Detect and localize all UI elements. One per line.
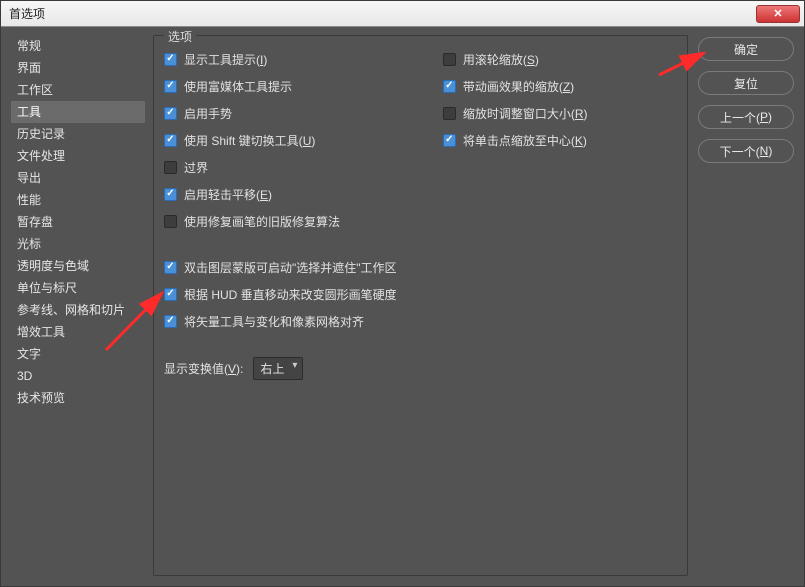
- panel-body: 显示工具提示(I) 使用富媒体工具提示启用手势使用 Shift 键切换工具(U) 过…: [164, 40, 677, 380]
- titlebar: 首选项 ✕: [1, 1, 804, 27]
- sidebar-item[interactable]: 单位与标尺: [11, 277, 145, 299]
- transform-label: 显示变换值(V):: [164, 360, 243, 377]
- checkbox[interactable]: [443, 134, 456, 147]
- ok-button[interactable]: 确定: [698, 37, 794, 61]
- option-label: 显示工具提示(I): [184, 51, 267, 68]
- option-row: 缩放时调整窗口大小(R): [443, 104, 677, 122]
- checkbox[interactable]: [443, 107, 456, 120]
- checkbox[interactable]: [164, 261, 177, 274]
- window-title: 首选项: [9, 5, 45, 22]
- option-row: 带动画效果的缩放(Z): [443, 77, 677, 95]
- sidebar-item[interactable]: 技术预览: [11, 387, 145, 409]
- option-label: 启用轻击平移(E): [184, 186, 272, 203]
- option-label: 将单击点缩放至中心(K): [463, 132, 587, 149]
- options-column-right: 用滚轮缩放(S) 带动画效果的缩放(Z) 缩放时调整窗口大小(R) 将单击点缩放至中心…: [443, 50, 677, 380]
- options-panel: 选项 显示工具提示(I)使用富媒体工具提示启用手势使用 Shift 键切换工具(…: [153, 35, 688, 576]
- sidebar-item[interactable]: 工具: [11, 101, 145, 123]
- option-label: 带动画效果的缩放(Z): [463, 78, 574, 95]
- checkbox[interactable]: [164, 161, 177, 174]
- checkbox[interactable]: [164, 80, 177, 93]
- sidebar-item[interactable]: 性能: [11, 189, 145, 211]
- prev-button[interactable]: 上一个(P): [698, 105, 794, 129]
- sidebar-item[interactable]: 界面: [11, 57, 145, 79]
- panel-legend: 选项: [164, 28, 196, 45]
- option-label: 启用手势: [184, 105, 232, 122]
- checkbox[interactable]: [164, 107, 177, 120]
- option-label: 使用修复画笔的旧版修复算法: [184, 213, 340, 230]
- sidebar-item[interactable]: 工作区: [11, 79, 145, 101]
- option-row: 过界: [164, 158, 423, 176]
- checkbox[interactable]: [164, 315, 177, 328]
- checkbox[interactable]: [164, 215, 177, 228]
- checkbox[interactable]: [164, 288, 177, 301]
- option-label: 将矢量工具与变化和像素网格对齐: [184, 313, 364, 330]
- checkbox[interactable]: [164, 188, 177, 201]
- sidebar-item[interactable]: 常规: [11, 35, 145, 57]
- sidebar-item[interactable]: 3D: [11, 365, 145, 387]
- sidebar-item[interactable]: 导出: [11, 167, 145, 189]
- options-column-left: 显示工具提示(I) 使用富媒体工具提示启用手势使用 Shift 键切换工具(U) 过…: [164, 50, 423, 380]
- transform-values-row: 显示变换值(V): 右上: [164, 357, 423, 380]
- option-row: 使用富媒体工具提示: [164, 77, 423, 95]
- sidebar-item[interactable]: 参考线、网格和切片: [11, 299, 145, 321]
- option-label: 用滚轮缩放(S): [463, 51, 539, 68]
- next-button[interactable]: 下一个(N): [698, 139, 794, 163]
- option-row: 启用手势: [164, 104, 423, 122]
- option-row: 将矢量工具与变化和像素网格对齐: [164, 312, 423, 330]
- option-row: 使用修复画笔的旧版修复算法: [164, 212, 423, 230]
- option-row: 将单击点缩放至中心(K): [443, 131, 677, 149]
- option-label: 缩放时调整窗口大小(R): [463, 105, 588, 122]
- sidebar-item[interactable]: 暂存盘: [11, 211, 145, 233]
- option-label: 过界: [184, 159, 208, 176]
- option-label: 根据 HUD 垂直移动来改变圆形画笔硬度: [184, 286, 397, 303]
- option-row: 根据 HUD 垂直移动来改变圆形画笔硬度: [164, 285, 423, 303]
- checkbox[interactable]: [164, 53, 177, 66]
- sidebar-item[interactable]: 光标: [11, 233, 145, 255]
- option-label: 使用 Shift 键切换工具(U): [184, 132, 315, 149]
- main-area: 选项 显示工具提示(I)使用富媒体工具提示启用手势使用 Shift 键切换工具(…: [153, 35, 794, 576]
- sidebar-item[interactable]: 文字: [11, 343, 145, 365]
- option-row: 显示工具提示(I): [164, 50, 423, 68]
- checkbox[interactable]: [164, 134, 177, 147]
- option-row: 用滚轮缩放(S): [443, 50, 677, 68]
- option-label: 使用富媒体工具提示: [184, 78, 292, 95]
- option-label: 双击图层蒙版可启动"选择并遮住"工作区: [184, 259, 397, 276]
- sidebar-item[interactable]: 文件处理: [11, 145, 145, 167]
- preferences-window: 首选项 ✕ 常规界面工作区工具历史记录文件处理导出性能暂存盘光标透明度与色域单位…: [0, 0, 805, 587]
- option-row: 使用 Shift 键切换工具(U): [164, 131, 423, 149]
- sidebar-item[interactable]: 透明度与色域: [11, 255, 145, 277]
- checkbox[interactable]: [443, 53, 456, 66]
- sidebar-item[interactable]: 历史记录: [11, 123, 145, 145]
- sidebar: 常规界面工作区工具历史记录文件处理导出性能暂存盘光标透明度与色域单位与标尺参考线…: [11, 35, 145, 576]
- reset-button[interactable]: 复位: [698, 71, 794, 95]
- option-row: 启用轻击平移(E): [164, 185, 423, 203]
- option-row: 双击图层蒙版可启动"选择并遮住"工作区: [164, 258, 423, 276]
- dialog-buttons: 确定 复位 上一个(P) 下一个(N): [698, 35, 794, 576]
- checkbox[interactable]: [443, 80, 456, 93]
- content-area: 常规界面工作区工具历史记录文件处理导出性能暂存盘光标透明度与色域单位与标尺参考线…: [1, 27, 804, 586]
- sidebar-item[interactable]: 增效工具: [11, 321, 145, 343]
- transform-values-select[interactable]: 右上: [253, 357, 303, 380]
- close-button[interactable]: ✕: [756, 5, 800, 23]
